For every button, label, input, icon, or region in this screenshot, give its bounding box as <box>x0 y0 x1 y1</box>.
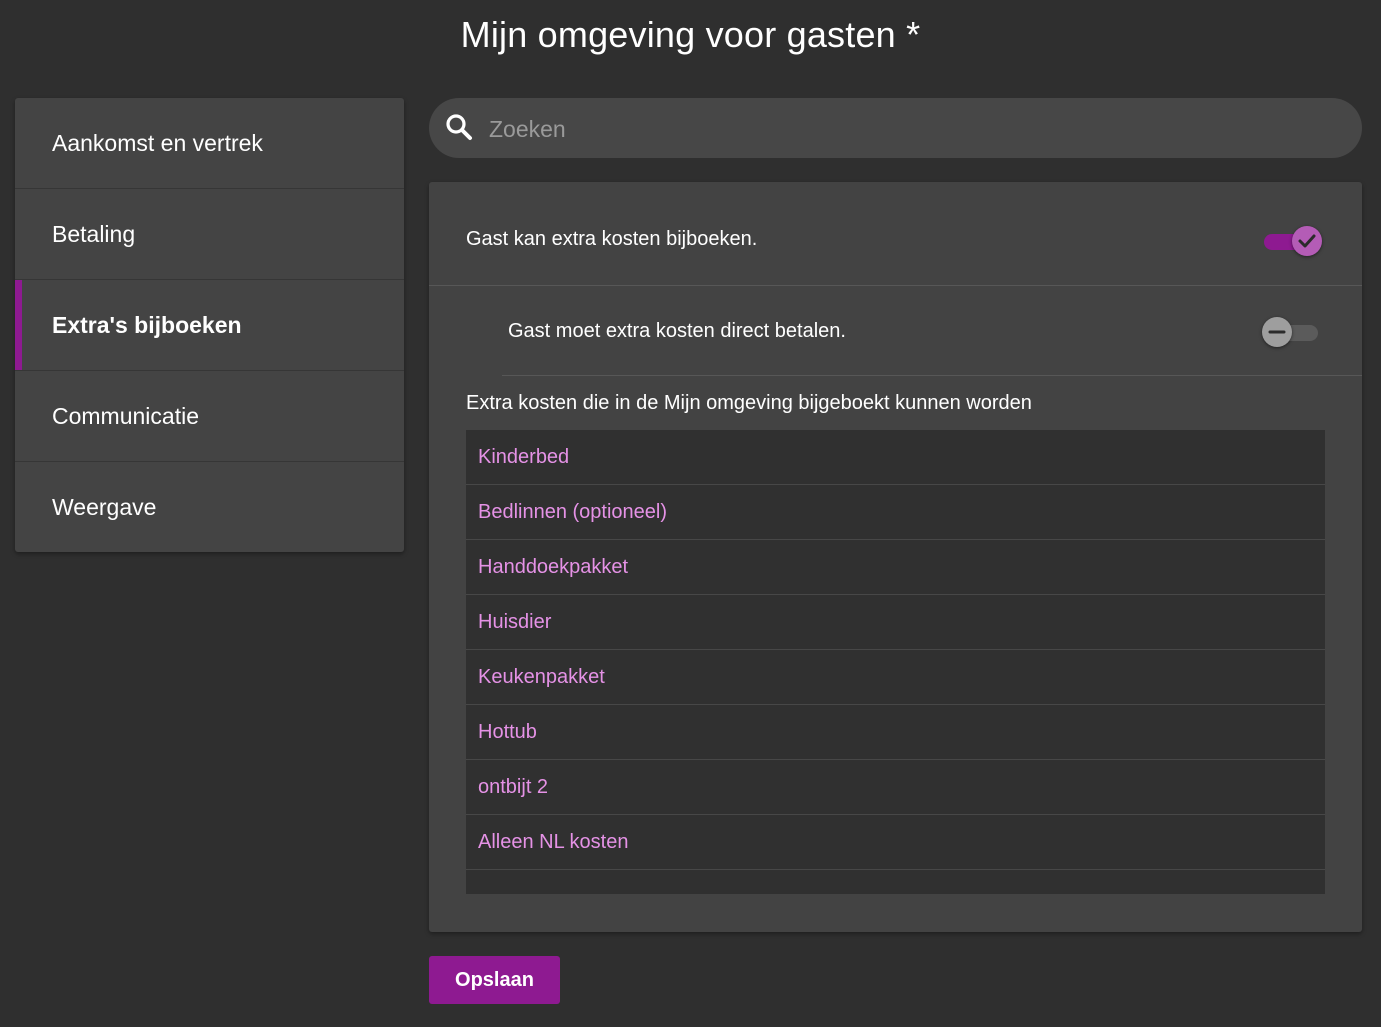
check-icon <box>1298 234 1316 248</box>
save-button[interactable]: Opslaan <box>429 956 560 1004</box>
extras-list: Kinderbed Bedlinnen (optioneel) Handdoek… <box>466 430 1325 894</box>
page-title: Mijn omgeving voor gasten * <box>460 14 921 55</box>
toggle-knob <box>1262 317 1292 347</box>
toggle-knob <box>1292 226 1322 256</box>
divider <box>502 375 1362 376</box>
list-item-alleen-nl-kosten[interactable]: Alleen NL kosten <box>466 815 1325 870</box>
extras-list-title: Extra kosten die in de Mijn omgeving bij… <box>466 392 1032 414</box>
list-item-bedlinnen[interactable]: Bedlinnen (optioneel) <box>466 485 1325 540</box>
sidebar-item-arrival-departure[interactable]: Aankomst en vertrek <box>15 98 404 189</box>
list-item-kinderbed[interactable]: Kinderbed <box>466 430 1325 485</box>
sidebar-item-payment[interactable]: Betaling <box>15 189 404 280</box>
extras-settings-card: Gast kan extra kosten bijboeken. Gast mo… <box>429 182 1362 932</box>
setting-can-book-extra: Gast kan extra kosten bijboeken. <box>429 182 1362 286</box>
setting-must-pay-direct-label: Gast moet extra kosten direct betalen. <box>508 320 846 342</box>
list-item-huisdier[interactable]: Huisdier <box>466 595 1325 650</box>
search-icon <box>444 112 474 142</box>
list-item-ontbijt-2[interactable]: ontbijt 2 <box>466 760 1325 815</box>
list-item-keukenpakket[interactable]: Keukenpakket <box>466 650 1325 705</box>
sidebar-item-extras[interactable]: Extra's bijboeken <box>15 280 404 371</box>
sidebar-item-communication[interactable]: Communicatie <box>15 371 404 462</box>
setting-must-pay-direct: Gast moet extra kosten direct betalen. <box>429 286 1362 376</box>
must-pay-direct-toggle[interactable] <box>1262 316 1320 348</box>
search-input[interactable] <box>487 108 1331 150</box>
list-item-hottub[interactable]: Hottub <box>466 705 1325 760</box>
setting-can-book-extra-label: Gast kan extra kosten bijboeken. <box>466 228 758 250</box>
can-book-extra-toggle[interactable] <box>1264 225 1322 257</box>
settings-sidebar: Aankomst en vertrek Betaling Extra's bij… <box>15 98 404 552</box>
search-bar <box>429 98 1362 158</box>
minus-icon <box>1268 330 1286 334</box>
list-item-handdoekpakket[interactable]: Handdoekpakket <box>466 540 1325 595</box>
sidebar-item-display[interactable]: Weergave <box>15 462 404 552</box>
